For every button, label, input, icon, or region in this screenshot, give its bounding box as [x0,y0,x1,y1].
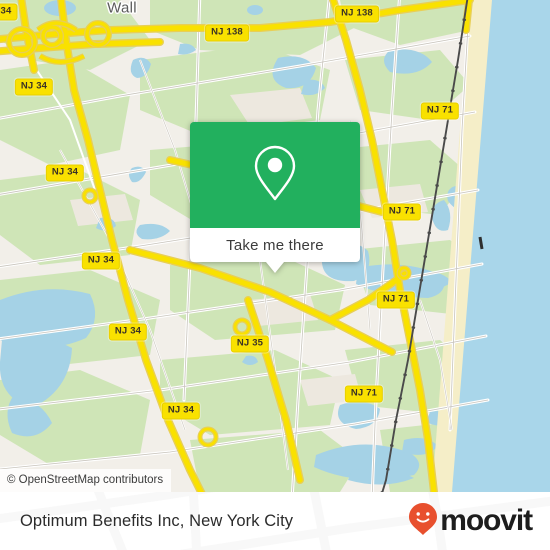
moovit-smiley-pin-icon [408,502,438,541]
road-shield: NJ 71 [376,291,416,309]
popup-image-area [190,122,360,228]
road-shield: NJ 71 [344,385,384,403]
road-shield: NJ 34 [161,402,201,420]
take-me-there-button[interactable]: Take me there [190,228,360,262]
road-shield: NJ 34 [14,78,54,96]
location-title: Optimum Benefits Inc, New York City [20,511,294,530]
popup-pointer [266,262,284,273]
map-pin-icon [252,144,298,207]
take-me-there-label: Take me there [226,236,324,254]
road-shield: NJ 71 [420,102,460,120]
road-shield: NJ 35 [230,335,270,353]
location-popup[interactable]: Take me there [190,122,360,273]
place-label-wall: Wall [107,0,137,17]
road-shield: NJ 34 [81,252,121,270]
road-shield: 34 [0,3,18,21]
road-shield: NJ 34 [45,164,85,182]
road-shield: NJ 34 [108,323,148,341]
moovit-logo[interactable]: moovit [408,502,533,541]
moovit-map-screenshot: Wall 34 NJ 138 NJ 138 NJ 34 NJ 71 NJ 34 … [0,0,550,550]
road-shield: NJ 138 [205,24,249,42]
road-shield: NJ 138 [335,5,379,23]
osm-attribution[interactable]: © OpenStreetMap contributors [0,469,172,492]
map-canvas[interactable]: Wall 34 NJ 138 NJ 138 NJ 34 NJ 71 NJ 34 … [0,0,550,492]
road-shield: NJ 71 [382,203,422,221]
moovit-wordmark: moovit [440,504,533,537]
footer-bar: Optimum Benefits Inc, New York City moov… [0,492,550,550]
